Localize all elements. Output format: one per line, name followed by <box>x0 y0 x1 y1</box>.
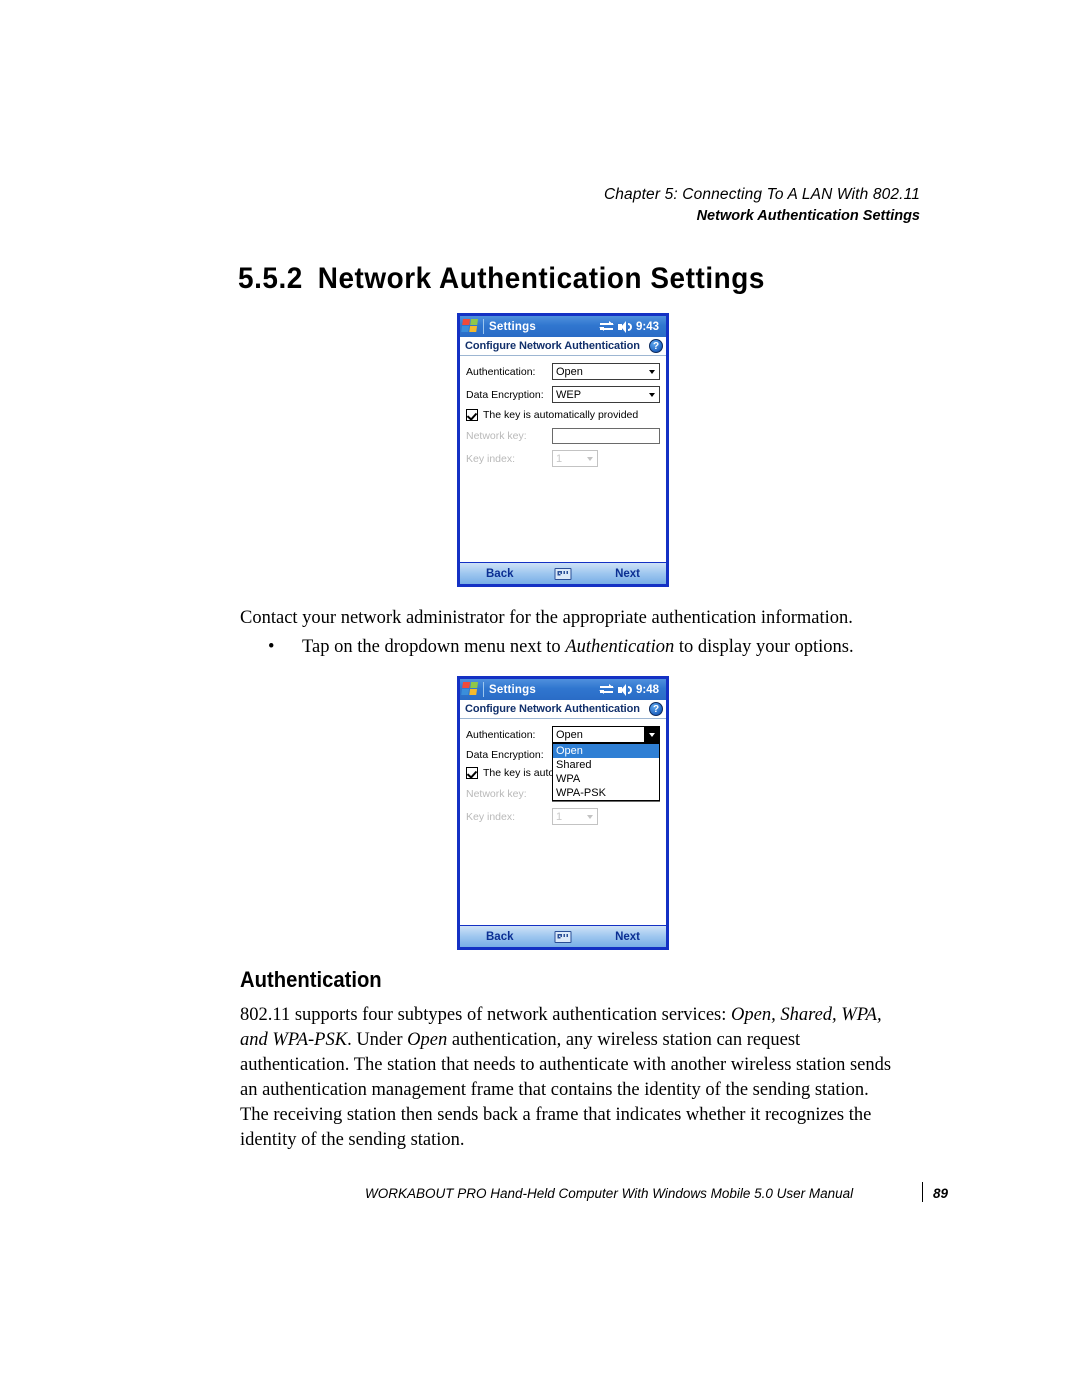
section-title-text: Network Authentication Settings <box>317 262 765 295</box>
device2-command-bar: Back Next <box>460 925 666 947</box>
checkbox-checked-icon[interactable] <box>466 767 478 779</box>
device1-app-title: Settings <box>489 320 536 333</box>
page-footer: WORKABOUT PRO Hand-Held Computer With Wi… <box>365 1182 965 1202</box>
header-chapter-line: Chapter 5: Connecting To A LAN With 802.… <box>603 186 920 203</box>
device2-screen-title: Configure Network Authentication <box>465 703 640 715</box>
chevron-down-icon <box>587 456 593 461</box>
device2-network-key-label: Network key: <box>466 788 527 800</box>
pda-screenshot-two: Settings 9:48 Configure Network Authenti… <box>457 676 669 950</box>
bullet-item: • Tap on the dropdown menu next to Authe… <box>268 635 908 660</box>
auth-text-1: 802.11 supports four subtypes of network… <box>240 1005 732 1025</box>
device2-encryption-label: Data Encryption: <box>466 749 544 761</box>
chevron-down-icon <box>587 814 593 819</box>
device1-form: Authentication: Open Data Encryption: WE… <box>460 356 666 562</box>
device1-network-key-row: Network key: <box>466 428 660 444</box>
dropdown-option-wpa[interactable]: WPA <box>553 772 659 786</box>
device2-subtitle-bar: Configure Network Authentication ? <box>460 700 666 719</box>
device1-authentication-value: Open <box>556 365 583 378</box>
device1-encryption-value: WEP <box>556 388 582 401</box>
device1-auto-key-checkbox-row[interactable]: The key is automatically provided <box>466 409 660 421</box>
device1-network-key-label: Network key: <box>466 430 527 442</box>
bullet-text-before: Tap on the dropdown menu next to <box>302 637 566 657</box>
dropdown-option-open[interactable]: Open <box>553 744 659 758</box>
device1-screen-title: Configure Network Authentication <box>465 340 640 352</box>
device1-key-index-row: Key index: 1 <box>466 450 660 467</box>
contact-paragraph: Contact your network administrator for t… <box>240 608 853 628</box>
speaker-icon[interactable] <box>617 683 632 696</box>
titlebar-divider <box>483 682 484 697</box>
help-icon[interactable]: ? <box>649 339 663 353</box>
device1-command-bar: Back Next <box>460 562 666 584</box>
device2-key-index-row: Key index: 1 <box>466 808 660 825</box>
auth-italic-2: Open <box>407 1030 448 1050</box>
device2-authentication-value: Open <box>556 728 583 741</box>
running-header: Chapter 5: Connecting To A LAN With 802.… <box>0 186 920 224</box>
device2-authentication-dropdown[interactable]: Open <box>552 726 660 743</box>
device1-auto-key-label: The key is automatically provided <box>483 409 639 421</box>
help-icon[interactable]: ? <box>649 702 663 716</box>
authentication-dropdown-list[interactable]: Open Shared WPA WPA-PSK <box>552 743 660 801</box>
bullet-text: Tap on the dropdown menu next to Authent… <box>302 635 854 660</box>
connectivity-arrows-icon[interactable] <box>598 320 614 333</box>
device1-authentication-dropdown[interactable]: Open <box>552 363 660 380</box>
device1-key-index-dropdown[interactable]: 1 <box>552 450 598 467</box>
bullet-marker: • <box>268 637 275 657</box>
device1-key-index-value: 1 <box>556 452 563 465</box>
subsection-title: Authentication <box>240 967 382 992</box>
section-number: 5.5.2 <box>238 262 303 295</box>
device1-key-index-label: Key index: <box>466 452 516 465</box>
windows-flag-icon[interactable] <box>461 319 480 334</box>
auth-text-2: . Under <box>347 1030 408 1050</box>
device1-next-button[interactable]: Next <box>615 568 640 580</box>
device2-key-index-label: Key index: <box>466 810 516 823</box>
device2-form: Authentication: Open Data Encryption: Th… <box>460 719 666 925</box>
page-title: 5.5.2 Network Authentication Settings <box>238 262 765 296</box>
authentication-paragraph: 802.11 supports four subtypes of network… <box>240 1003 900 1153</box>
windows-flag-icon[interactable] <box>461 682 480 697</box>
device2-clock[interactable]: 9:48 <box>636 684 659 696</box>
device1-authentication-row: Authentication: Open <box>466 363 660 380</box>
bullet-text-after: to display your options. <box>674 637 854 657</box>
device2-auto-key-label: The key is autom <box>483 767 563 779</box>
device2-authentication-label: Authentication: <box>466 728 536 741</box>
checkbox-checked-icon[interactable] <box>466 409 478 421</box>
titlebar-divider <box>483 319 484 334</box>
device1-encryption-row: Data Encryption: WEP <box>466 386 660 403</box>
device2-titlebar: Settings 9:48 <box>460 679 666 700</box>
device1-status-icons: 9:43 <box>598 320 662 333</box>
device1-back-button[interactable]: Back <box>486 568 514 580</box>
connectivity-arrows-icon[interactable] <box>598 683 614 696</box>
keyboard-icon[interactable] <box>554 567 572 580</box>
keyboard-icon[interactable] <box>554 930 572 943</box>
footer-divider <box>922 1182 923 1202</box>
dropdown-option-wpa-psk[interactable]: WPA-PSK <box>553 786 659 800</box>
device2-key-index-value: 1 <box>556 810 563 823</box>
device2-authentication-row: Authentication: Open <box>466 726 660 743</box>
speaker-icon[interactable] <box>617 320 632 333</box>
device2-app-title: Settings <box>489 683 536 696</box>
device1-encryption-label: Data Encryption: <box>466 388 544 401</box>
device2-status-icons: 9:48 <box>598 683 662 696</box>
device1-network-key-input[interactable] <box>552 428 660 444</box>
device1-authentication-label: Authentication: <box>466 365 536 378</box>
device1-encryption-dropdown[interactable]: WEP <box>552 386 660 403</box>
dropdown-option-shared[interactable]: Shared <box>553 758 659 772</box>
device2-key-index-dropdown[interactable]: 1 <box>552 808 598 825</box>
page-number: 89 <box>933 1186 949 1201</box>
device1-subtitle-bar: Configure Network Authentication ? <box>460 337 666 356</box>
device1-clock[interactable]: 9:43 <box>636 321 659 333</box>
device2-next-button[interactable]: Next <box>615 931 640 943</box>
bullet-text-italic: Authentication <box>565 637 675 657</box>
footer-manual-title: WORKABOUT PRO Hand-Held Computer With Wi… <box>365 1186 854 1201</box>
header-section-line: Network Authentication Settings <box>696 208 920 224</box>
device1-titlebar: Settings 9:43 <box>460 316 666 337</box>
chevron-down-icon <box>649 369 655 374</box>
chevron-down-icon <box>644 727 659 742</box>
pda-screenshot-one: Settings 9:43 Configure Network Authenti… <box>457 313 669 587</box>
chevron-down-icon <box>649 392 655 397</box>
device2-back-button[interactable]: Back <box>486 931 514 943</box>
